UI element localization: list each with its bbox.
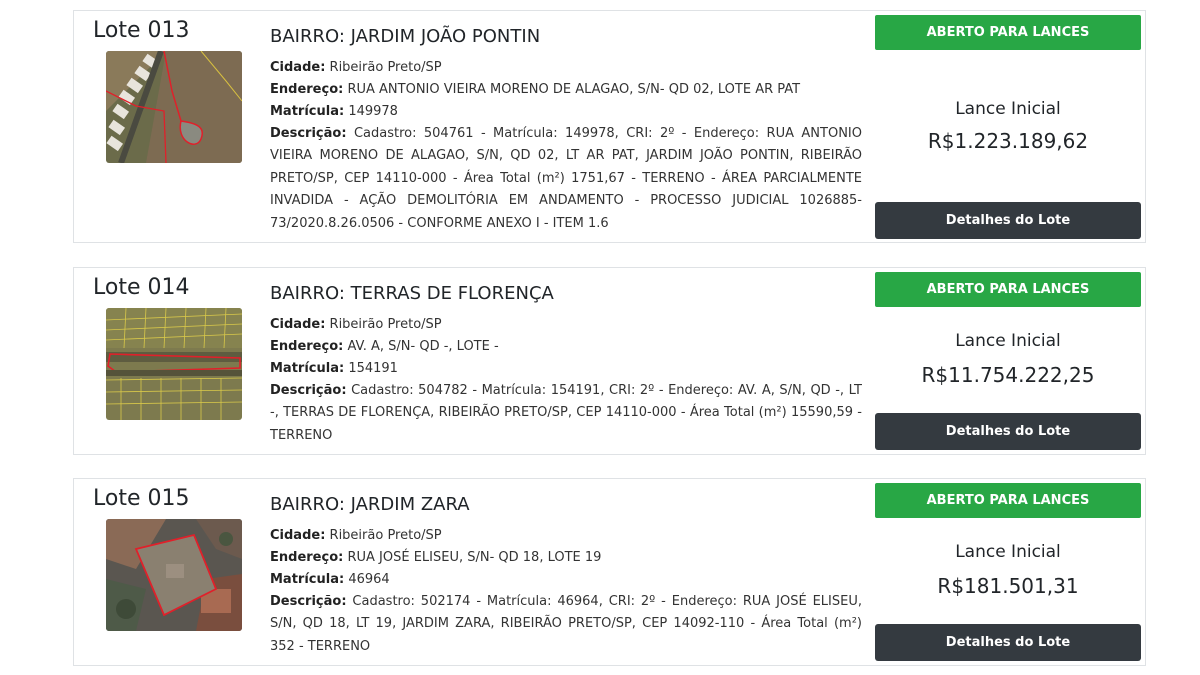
initial-bid-value: R$11.754.222,25 [921, 363, 1095, 387]
lot-aerial-photo[interactable] [106, 308, 242, 420]
city-value: Ribeirão Preto/SP [325, 528, 442, 543]
lot-card: Lote 013 BAIRRO: JARDIM JOÃO PONTIN Cida [73, 10, 1146, 243]
address-label: Endereço: [270, 82, 344, 97]
description-label: Descrição: [270, 383, 347, 398]
city-value: Ribeirão Preto/SP [325, 60, 442, 75]
lot-description: Descrição: Cadastro: 504782 - Matrícula:… [270, 380, 862, 447]
description-label: Descrição: [270, 594, 347, 609]
lot-card: Lote 014 BAIRRO: TERRAS DE FLORENÇA Cida… [73, 267, 1146, 455]
registration-label: Matrícula: [270, 572, 345, 587]
lot-city: Cidade: Ribeirão Preto/SP [270, 314, 862, 336]
aerial-photo-image [106, 519, 242, 631]
address-value: RUA JOSÉ ELISEU, S/N- QD 18, LOTE 19 [343, 550, 602, 565]
lot-city: Cidade: Ribeirão Preto/SP [270, 525, 862, 547]
lot-description: Descrição: Cadastro: 502174 - Matrícula:… [270, 591, 862, 658]
aerial-photo-image [106, 51, 242, 163]
lot-aerial-photo[interactable] [106, 51, 242, 163]
address-label: Endereço: [270, 550, 344, 565]
aerial-photo-image [106, 308, 242, 420]
lot-registration: Matrícula: 46964 [270, 569, 862, 591]
lot-aerial-photo[interactable] [106, 519, 242, 631]
registration-value: 154191 [344, 361, 398, 376]
address-label: Endereço: [270, 339, 344, 354]
lot-info: BAIRRO: JARDIM JOÃO PONTIN Cidade: Ribei… [270, 25, 862, 235]
lot-number: Lote 014 [93, 275, 190, 300]
status-badge[interactable]: ABERTO PARA LANCES [875, 15, 1141, 50]
address-value: RUA ANTONIO VIEIRA MORENO DE ALAGAO, S/N… [343, 82, 801, 97]
city-value: Ribeirão Preto/SP [325, 317, 442, 332]
description-value: Cadastro: 502174 - Matrícula: 46964, CRI… [270, 594, 862, 654]
status-badge[interactable]: ABERTO PARA LANCES [875, 483, 1141, 518]
lot-info: BAIRRO: JARDIM ZARA Cidade: Ribeirão Pre… [270, 493, 862, 658]
city-label: Cidade: [270, 317, 326, 332]
lot-bid-panel: ABERTO PARA LANCES Lance Inicial R$181.5… [875, 483, 1141, 661]
lot-details-button[interactable]: Detalhes do Lote [875, 202, 1141, 239]
registration-value: 149978 [344, 104, 398, 119]
registration-label: Matrícula: [270, 361, 345, 376]
registration-value: 46964 [344, 572, 390, 587]
initial-bid-value: R$1.223.189,62 [927, 129, 1089, 153]
lot-number: Lote 013 [93, 18, 190, 43]
initial-bid-label: Lance Inicial [955, 331, 1061, 351]
description-label: Descrição: [270, 126, 347, 141]
lot-bid-panel: ABERTO PARA LANCES Lance Inicial R$11.75… [875, 272, 1141, 450]
initial-bid-value: R$181.501,31 [937, 574, 1079, 598]
lot-details-button[interactable]: Detalhes do Lote [875, 413, 1141, 450]
status-badge[interactable]: ABERTO PARA LANCES [875, 272, 1141, 307]
registration-label: Matrícula: [270, 104, 345, 119]
city-label: Cidade: [270, 528, 326, 543]
lot-registration: Matrícula: 154191 [270, 358, 862, 380]
lot-info: BAIRRO: TERRAS DE FLORENÇA Cidade: Ribei… [270, 282, 862, 447]
lot-address: Endereço: RUA ANTONIO VIEIRA MORENO DE A… [270, 79, 862, 101]
initial-bid-label: Lance Inicial [955, 99, 1061, 119]
lot-neighborhood: BAIRRO: TERRAS DE FLORENÇA [270, 283, 554, 304]
lot-registration: Matrícula: 149978 [270, 101, 862, 123]
description-value: Cadastro: 504782 - Matrícula: 154191, CR… [270, 383, 862, 443]
lot-description: Descrição: Cadastro: 504761 - Matrícula:… [270, 123, 862, 235]
lot-bid-panel: ABERTO PARA LANCES Lance Inicial R$1.223… [875, 15, 1141, 239]
lot-card: Lote 015 BAIRRO: JARDIM ZARA Cidade: Rib… [73, 478, 1146, 666]
initial-bid-label: Lance Inicial [955, 542, 1061, 562]
lot-details-button[interactable]: Detalhes do Lote [875, 624, 1141, 661]
city-label: Cidade: [270, 60, 326, 75]
lot-number: Lote 015 [93, 486, 190, 511]
lot-neighborhood: BAIRRO: JARDIM JOÃO PONTIN [270, 26, 541, 47]
description-value: Cadastro: 504761 - Matrícula: 149978, CR… [270, 126, 862, 231]
address-value: AV. A, S/N- QD -, LOTE - [343, 339, 499, 354]
lot-address: Endereço: AV. A, S/N- QD -, LOTE - [270, 336, 862, 358]
lot-city: Cidade: Ribeirão Preto/SP [270, 57, 862, 79]
lot-address: Endereço: RUA JOSÉ ELISEU, S/N- QD 18, L… [270, 547, 862, 569]
lot-neighborhood: BAIRRO: JARDIM ZARA [270, 494, 470, 515]
